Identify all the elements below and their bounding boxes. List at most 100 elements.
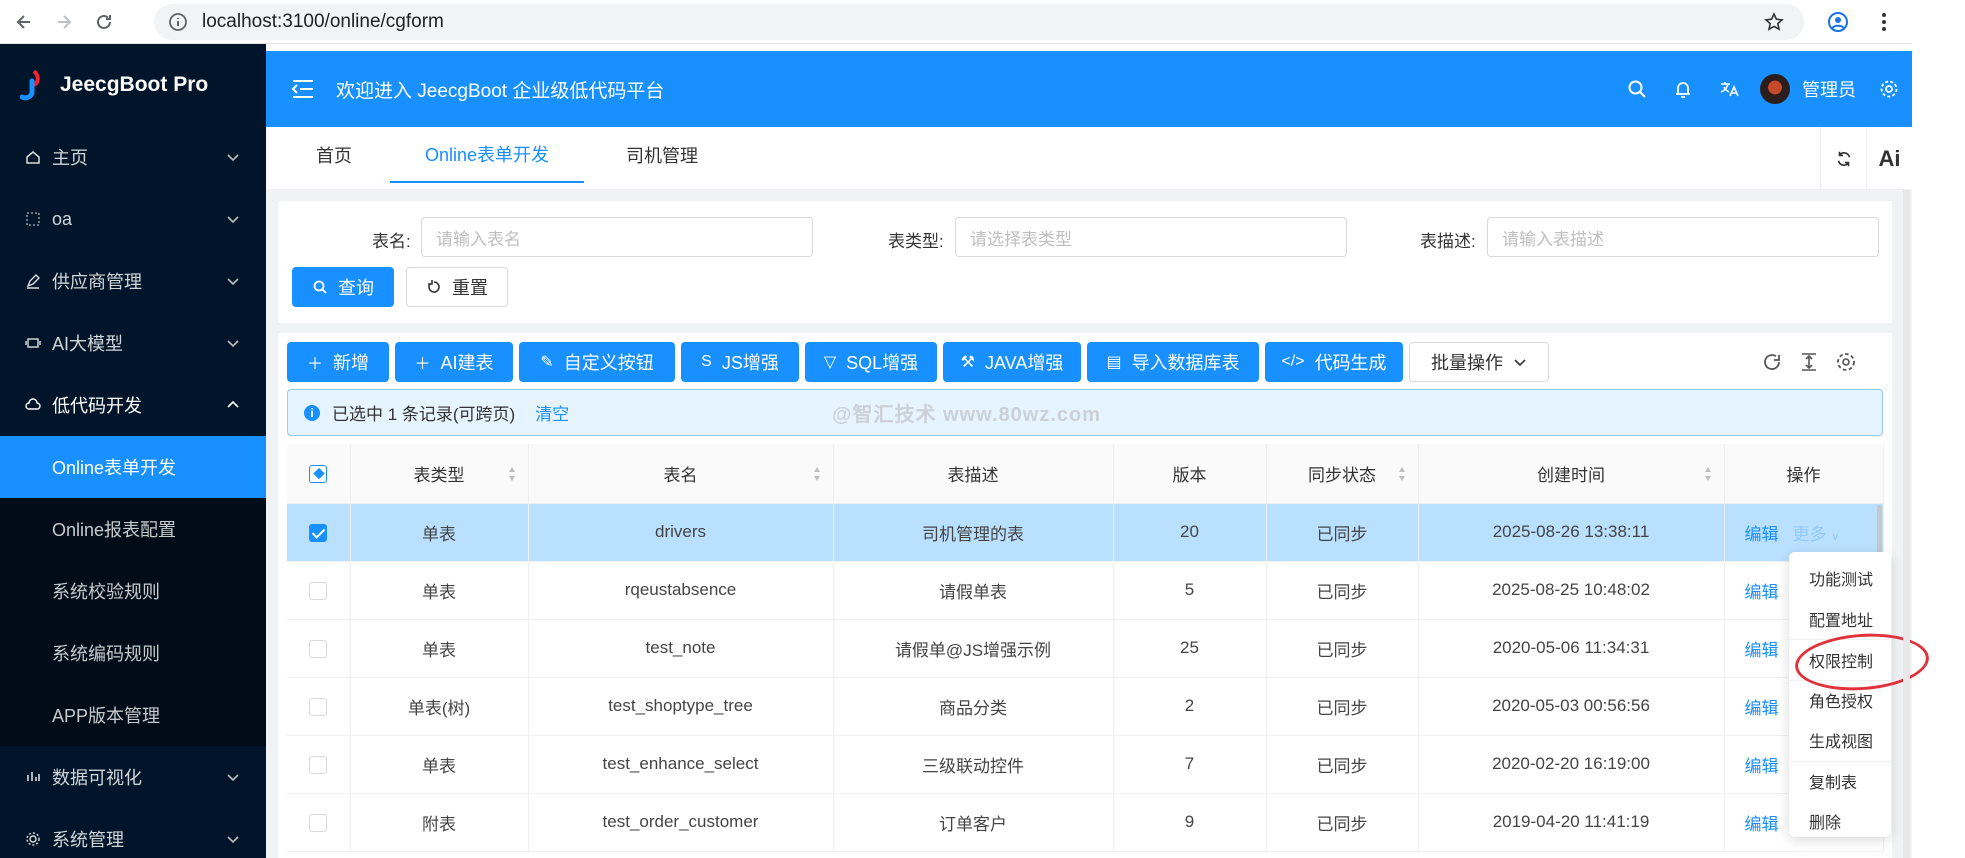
sort-icon[interactable] [813, 466, 821, 482]
query-button[interactable]: 查询 [292, 267, 394, 307]
sidebar-item-app-version[interactable]: APP版本管理 [0, 684, 266, 746]
chevron-down-icon [1514, 359, 1526, 367]
table-row[interactable]: 单表(树) test_shoptype_tree 商品分类 2 已同步 2020… [287, 677, 1884, 736]
bell-icon[interactable] [1660, 66, 1706, 112]
sort-icon[interactable] [1704, 466, 1712, 482]
select-all-cell[interactable] [287, 444, 351, 504]
cell-name: test_note [528, 619, 834, 678]
sidebar-item-oa[interactable]: oa [0, 188, 266, 250]
table-type-select[interactable]: 请选择表类型 [955, 217, 1347, 257]
sidebar-item-check-rule[interactable]: 系统校验规则 [0, 560, 266, 622]
sidebar-item-code-rule[interactable]: 系统编码规则 [0, 622, 266, 684]
forward-icon[interactable] [48, 6, 80, 38]
column-header-created[interactable]: 创建时间 [1418, 444, 1725, 504]
query-label: 查询 [338, 278, 374, 298]
table-desc-input[interactable]: 请输入表描述 [1487, 217, 1879, 257]
chevron-down-icon [227, 216, 239, 224]
cell-version: 5 [1113, 561, 1267, 620]
edit-link[interactable]: 编辑 [1745, 815, 1779, 834]
sidebar-item-system[interactable]: 系统管理 [0, 808, 266, 858]
table-row[interactable]: 单表 test_note 请假单@JS增强示例 25 已同步 2020-05-0… [287, 619, 1884, 678]
profile-icon[interactable] [1822, 6, 1854, 38]
select-all-checkbox[interactable] [309, 464, 328, 483]
table-row[interactable]: 单表 drivers 司机管理的表 20 已同步 2025-08-26 13:3… [287, 503, 1884, 562]
table-scrollbar[interactable] [1877, 505, 1882, 555]
batch-operation-dropdown[interactable]: 批量操作 [1409, 342, 1549, 382]
row-checkbox[interactable] [309, 697, 328, 716]
edit-link[interactable]: 编辑 [1745, 699, 1779, 718]
column-height-icon[interactable] [1795, 348, 1823, 376]
sidebar-item-visualization[interactable]: 数据可视化 [0, 746, 266, 808]
reset-button[interactable]: 重置 [406, 267, 508, 307]
avatar[interactable] [1760, 74, 1790, 104]
menu-item-function-test[interactable]: 功能测试 [1789, 558, 1891, 599]
sidebar-item-home[interactable]: 主页 [0, 126, 266, 188]
table-row[interactable]: 单表 test_enhance_select 三级联动控件 7 已同步 2020… [287, 735, 1884, 794]
table-name-input[interactable]: 请输入表名 [421, 217, 813, 257]
cell-version: 7 [1113, 735, 1267, 794]
ai-build-table-button[interactable]: ＋ AI建表 [395, 342, 513, 382]
tab-home[interactable]: 首页 [316, 127, 352, 183]
menu-item-generate-view[interactable]: 生成视图 [1789, 720, 1891, 761]
column-header-name[interactable]: 表名 [528, 444, 834, 504]
reload-table-icon[interactable] [1758, 348, 1786, 376]
java-enhance-button[interactable]: ⚒ JAVA增强 [943, 342, 1081, 382]
row-checkbox[interactable] [309, 639, 328, 658]
user-name[interactable]: 管理员 [1802, 76, 1856, 102]
cell-type: 单表 [350, 619, 529, 678]
translate-icon[interactable] [1706, 66, 1752, 112]
edit-link[interactable]: 编辑 [1745, 757, 1779, 776]
table-row[interactable]: 单表 rqeustabsence 请假单表 5 已同步 2025-08-25 1… [287, 561, 1884, 620]
row-checkbox[interactable] [309, 523, 328, 542]
back-icon[interactable] [8, 6, 40, 38]
edit-link[interactable]: 编辑 [1745, 583, 1779, 602]
sort-icon[interactable] [1398, 466, 1406, 482]
bookmark-star-icon[interactable] [1764, 12, 1784, 32]
chart-bars-icon [24, 768, 42, 786]
tab-online-form[interactable]: Online表单开发 [390, 127, 584, 183]
table-row[interactable]: 附表 test_order_customer 订单客户 9 已同步 2019-0… [287, 793, 1884, 852]
sidebar-item-supplier[interactable]: 供应商管理 [0, 250, 266, 312]
edit-link[interactable]: 编辑 [1745, 641, 1779, 660]
sidebar-item-online-form[interactable]: Online表单开发 [0, 436, 266, 498]
custom-button-button[interactable]: ✎ 自定义按钮 [519, 342, 675, 382]
cell-desc: 请假单表 [833, 561, 1114, 620]
refresh-tab-icon[interactable] [1820, 127, 1866, 190]
code-gen-button[interactable]: </> 代码生成 [1265, 342, 1403, 382]
address-bar[interactable]: localhost:3100/online/cgform [154, 4, 1804, 40]
settings-gear-icon[interactable] [1866, 66, 1912, 112]
edit-link[interactable]: 编辑 [1745, 525, 1779, 544]
sql-enhance-button[interactable]: ▽ SQL增强 [805, 342, 937, 382]
sidebar-item-lowcode[interactable]: 低代码开发 [0, 374, 266, 436]
column-header-sync[interactable]: 同步状态 [1266, 444, 1419, 504]
sidebar-item-ai-model[interactable]: AI大模型 [0, 312, 266, 374]
page-scrollbar[interactable] [1903, 190, 1910, 858]
reload-icon[interactable] [88, 6, 120, 38]
search-icon[interactable] [1614, 66, 1660, 112]
column-header-type[interactable]: 表类型 [350, 444, 529, 504]
js-enhance-button[interactable]: S JS增强 [681, 342, 799, 382]
ai-assistant-button[interactable]: Ai [1866, 127, 1912, 190]
row-checkbox[interactable] [309, 813, 328, 832]
cell-sync-status: 已同步 [1266, 561, 1419, 620]
add-button[interactable]: ＋ 新增 [287, 342, 389, 382]
logo[interactable]: JeecgBoot Pro [0, 44, 266, 126]
clear-selection-link[interactable]: 清空 [535, 400, 569, 425]
column-settings-icon[interactable] [1832, 348, 1860, 376]
menu-item-delete[interactable]: 删除 [1789, 801, 1891, 842]
header-label: 操作 [1786, 465, 1821, 485]
sort-icon[interactable] [508, 466, 516, 482]
menu-fold-icon[interactable] [290, 76, 316, 102]
menu-item-copy-table[interactable]: 复制表 [1789, 760, 1891, 802]
row-checkbox[interactable] [309, 755, 328, 774]
chevron-down-icon [227, 278, 239, 286]
browser-menu-icon[interactable] [1868, 6, 1900, 38]
tab-driver-manage[interactable]: 司机管理 [626, 127, 698, 183]
more-dropdown[interactable]: 更多 ∨ [1793, 525, 1840, 544]
import-db-table-button[interactable]: ▤ 导入数据库表 [1087, 342, 1259, 382]
sidebar-item-online-report[interactable]: Online报表配置 [0, 498, 266, 560]
row-checkbox[interactable] [309, 581, 328, 600]
site-info-icon[interactable] [168, 12, 188, 32]
sql-enhance-label: SQL增强 [846, 353, 919, 373]
column-header-actions: 操作 [1724, 444, 1884, 504]
